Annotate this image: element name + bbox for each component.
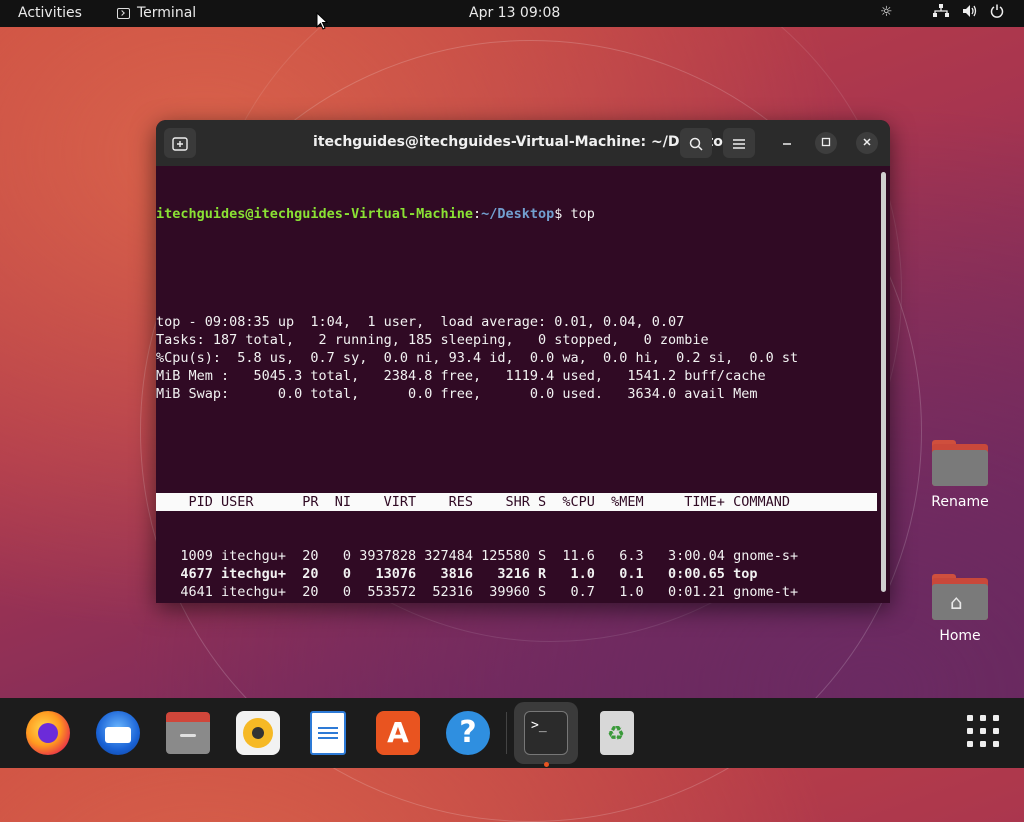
table-row: 4677 itechgu+ 20 0 13076 3816 3216 R 1.0… bbox=[156, 566, 758, 582]
search-icon bbox=[689, 137, 703, 151]
table-row: 1009 itechgu+ 20 0 3937828 327484 125580… bbox=[156, 548, 799, 564]
volume-icon[interactable] bbox=[962, 4, 978, 22]
prompt-line: itechguides@itechguides-Virtual-Machine:… bbox=[156, 205, 878, 223]
summary-line: Tasks: 187 total, 2 running, 185 sleepin… bbox=[156, 332, 709, 348]
terminal-window[interactable]: itechguides@itechguides-Virtual-Machine:… bbox=[156, 120, 890, 603]
top-bar: Activities Terminal Apr 13 09:08 ☼ bbox=[0, 0, 1024, 27]
desktop-icon-label: Home bbox=[939, 628, 981, 644]
show-apps-button[interactable] bbox=[967, 715, 999, 747]
dock-separator bbox=[506, 712, 507, 754]
maximize-icon bbox=[821, 137, 831, 147]
summary-line: %Cpu(s): 5.8 us, 0.7 sy, 0.0 ni, 93.4 id… bbox=[156, 350, 799, 366]
dock-app-firefox[interactable] bbox=[23, 708, 73, 758]
dock-app-thunderbird[interactable] bbox=[93, 708, 143, 758]
dock-app-writer[interactable] bbox=[303, 708, 353, 758]
app-menu[interactable]: Terminal bbox=[117, 5, 196, 21]
folder-icon bbox=[932, 440, 988, 486]
menu-button[interactable] bbox=[723, 128, 755, 158]
terminal-icon bbox=[117, 8, 130, 19]
firefox-icon bbox=[26, 711, 70, 755]
dock-app-trash[interactable] bbox=[592, 708, 642, 758]
power-icon[interactable] bbox=[990, 4, 1004, 22]
app-name: Terminal bbox=[137, 5, 197, 21]
title-bar[interactable]: itechguides@itechguides-Virtual-Machine:… bbox=[156, 120, 890, 166]
process-table: 1009 itechgu+ 20 0 3937828 327484 125580… bbox=[156, 547, 878, 603]
app-center-icon: A bbox=[376, 711, 420, 755]
table-row: 4641 itechgu+ 20 0 553572 52316 39960 S … bbox=[156, 584, 799, 600]
maximize-button[interactable] bbox=[815, 132, 837, 154]
mouse-cursor-icon bbox=[316, 12, 328, 30]
top-summary: top - 09:08:35 up 1:04, 1 user, load ave… bbox=[156, 313, 878, 403]
desktop-icon-home[interactable]: ⌂ Home bbox=[920, 574, 1000, 644]
dock: A ? >_ bbox=[0, 698, 1024, 768]
minimize-button[interactable] bbox=[776, 132, 798, 154]
prompt-path: ~/Desktop bbox=[481, 206, 555, 222]
terminal-output[interactable]: itechguides@itechguides-Virtual-Machine:… bbox=[156, 166, 878, 603]
prompt-command: $ top bbox=[554, 206, 595, 222]
desktop-icon-label: Rename bbox=[931, 494, 989, 510]
thunderbird-icon bbox=[96, 711, 140, 755]
running-indicator bbox=[544, 762, 549, 767]
summary-line: MiB Swap: 0.0 total, 0.0 free, 0.0 used.… bbox=[156, 386, 758, 402]
dock-app-app-center[interactable]: A bbox=[373, 708, 423, 758]
dock-app-files[interactable] bbox=[163, 708, 213, 758]
desktop-icon-rename[interactable]: Rename bbox=[920, 440, 1000, 510]
activities-button[interactable]: Activities bbox=[18, 5, 82, 21]
dock-app-rhythmbox[interactable] bbox=[233, 708, 283, 758]
files-icon bbox=[166, 712, 210, 754]
terminal-icon: >_ bbox=[524, 711, 568, 755]
network-icon[interactable] bbox=[933, 4, 949, 22]
close-button[interactable] bbox=[856, 132, 878, 154]
dock-app-terminal[interactable]: >_ bbox=[521, 708, 571, 758]
prompt-user: itechguides@itechguides-Virtual-Machine bbox=[156, 206, 473, 222]
help-icon: ? bbox=[446, 711, 490, 755]
process-table-header: PID USER PR NI VIRT RES SHR S %CPU %MEM … bbox=[156, 493, 877, 511]
scrollbar[interactable] bbox=[881, 172, 886, 592]
prompt-separator: : bbox=[472, 206, 482, 222]
libreoffice-writer-icon bbox=[310, 711, 346, 755]
close-icon bbox=[863, 138, 871, 146]
hamburger-icon bbox=[733, 138, 745, 149]
clock[interactable]: Apr 13 09:08 bbox=[469, 5, 560, 21]
minimize-icon bbox=[783, 143, 791, 145]
table-row: 501 systemd+ 20 0 14828 6184 5392 S 0.3 … bbox=[156, 601, 878, 603]
summary-line: MiB Mem : 5045.3 total, 2384.8 free, 111… bbox=[156, 368, 766, 384]
trash-icon bbox=[600, 711, 634, 755]
search-button[interactable] bbox=[680, 128, 712, 158]
brightness-icon[interactable]: ☼ bbox=[880, 4, 893, 20]
rhythmbox-icon bbox=[236, 711, 280, 755]
dock-app-help[interactable]: ? bbox=[443, 708, 493, 758]
home-folder-icon: ⌂ bbox=[932, 574, 988, 620]
summary-line: top - 09:08:35 up 1:04, 1 user, load ave… bbox=[156, 314, 685, 330]
